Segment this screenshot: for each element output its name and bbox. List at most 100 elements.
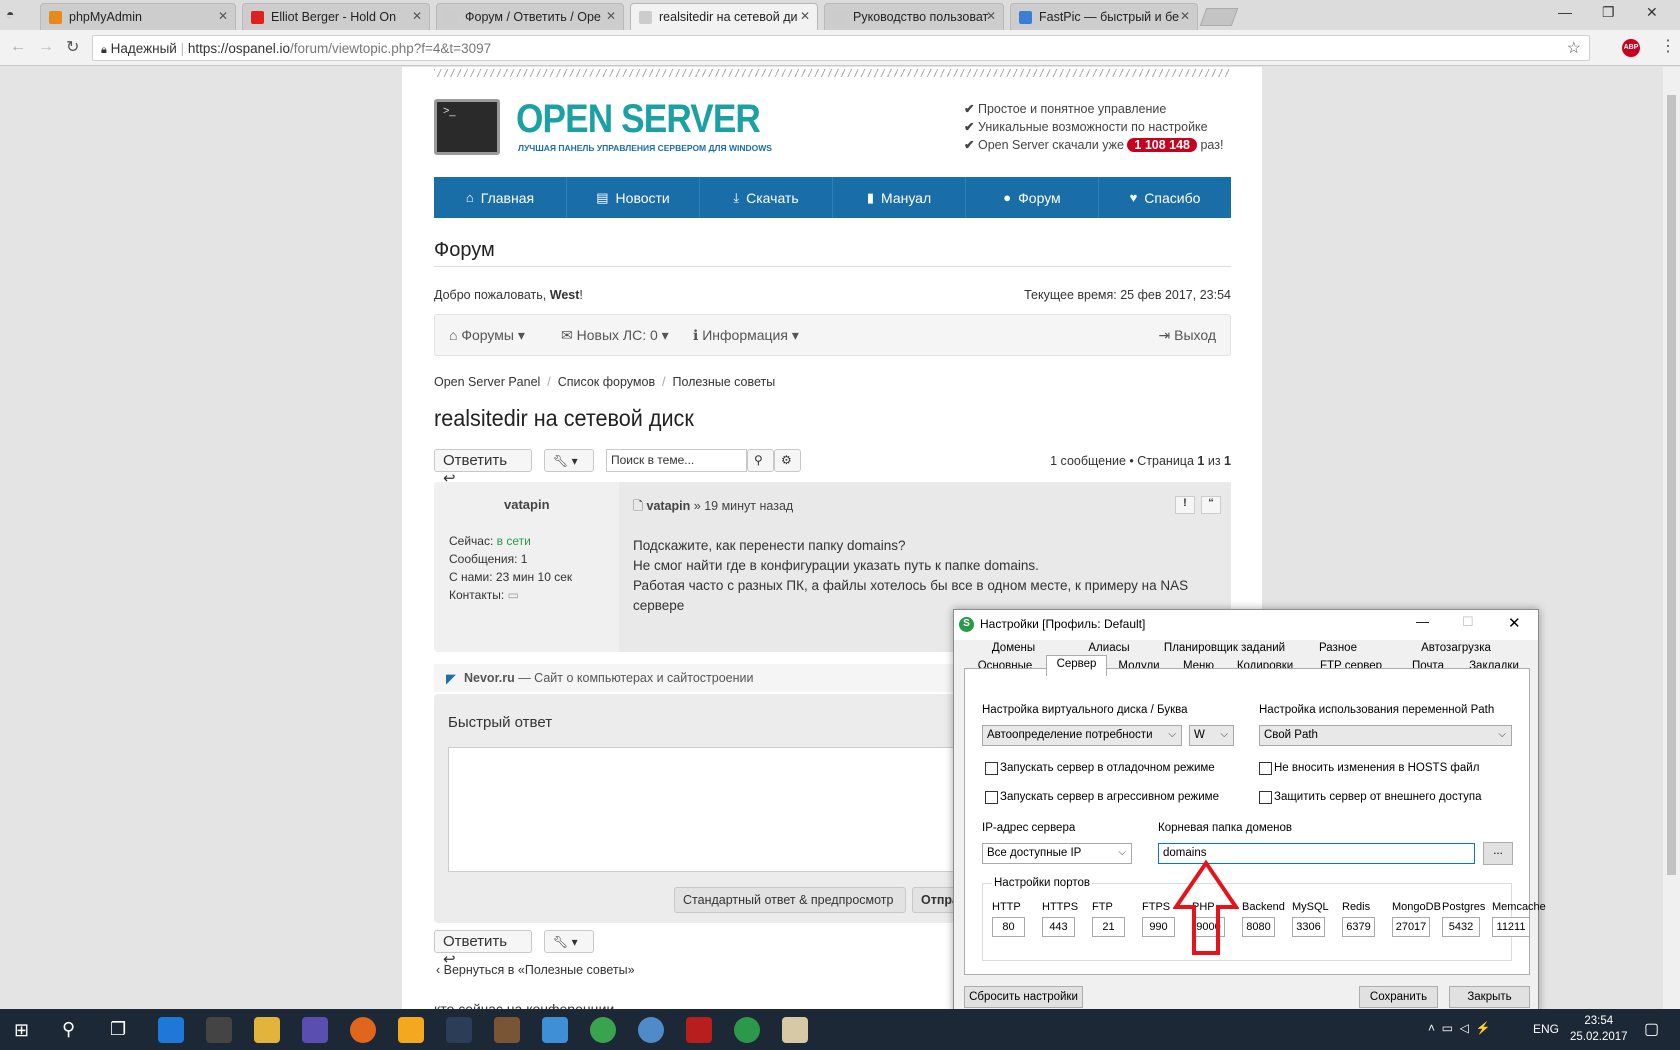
explorer-icon[interactable]: [254, 1017, 280, 1043]
port-input[interactable]: 5432: [1442, 917, 1480, 937]
search-taskbar-icon[interactable]: ⚲: [62, 1019, 75, 1040]
port-input[interactable]: 11211: [1492, 917, 1530, 937]
tools-dropdown-bottom[interactable]: 🔧︎ ▾: [544, 930, 594, 953]
dialog-tab[interactable]: Планировщик заданий: [1155, 640, 1294, 657]
logout-link[interactable]: ⇥ Выход: [1158, 327, 1216, 344]
tab-close-icon[interactable]: ✕: [412, 9, 422, 23]
tab-close-icon[interactable]: ✕: [986, 9, 996, 23]
contact-icon[interactable]: ▭: [508, 588, 519, 602]
nav-новости[interactable]: ▤ Новости: [567, 177, 700, 218]
ip-select[interactable]: Все доступные IP ⌵: [982, 843, 1132, 864]
vdisk-select[interactable]: Автоопределение потребности ⌵: [982, 725, 1182, 746]
browser-tab[interactable]: phpMyAdmin ✕: [40, 3, 236, 30]
port-input[interactable]: 3306: [1292, 917, 1325, 937]
port-input[interactable]: 990: [1142, 917, 1175, 937]
post-author-link[interactable]: vatapin: [647, 499, 691, 513]
back-link[interactable]: ‹ Вернуться в «Полезные советы»: [436, 963, 635, 977]
logo-title[interactable]: OPEN SERVER: [516, 97, 761, 142]
protect-checkbox[interactable]: [1259, 791, 1272, 804]
task-view-icon[interactable]: ❐: [110, 1019, 126, 1040]
app2-icon[interactable]: [638, 1017, 664, 1043]
paint-icon[interactable]: [782, 1017, 808, 1043]
back-icon[interactable]: ←: [10, 38, 26, 56]
report-button[interactable]: !: [1175, 496, 1195, 514]
port-input[interactable]: 27017: [1392, 917, 1430, 937]
drive-letter-select[interactable]: W ⌵: [1189, 725, 1234, 746]
browse-button[interactable]: ...: [1483, 842, 1513, 865]
save-button[interactable]: Сохранить: [1359, 986, 1438, 1008]
terminal-logo-icon[interactable]: >_: [434, 99, 500, 155]
breadcrumb-item[interactable]: Полезные советы: [672, 375, 775, 389]
dialog-tab[interactable]: Автозагрузка: [1382, 640, 1530, 657]
browser-tab[interactable]: FastPic — быстрый и бе ✕: [1010, 3, 1198, 30]
debug-checkbox[interactable]: [985, 762, 998, 775]
chrome-icon[interactable]: [590, 1017, 616, 1043]
forums-menu[interactable]: ⌂ Форумы ▾: [449, 327, 525, 344]
bookmark-star-icon[interactable]: ☆: [1567, 38, 1581, 58]
username[interactable]: West: [550, 288, 580, 302]
page-scrollbar[interactable]: [1663, 67, 1680, 1009]
new-tab-button[interactable]: [1199, 8, 1239, 26]
url-field[interactable]: 🔒︎ Надежный | https://ospanel.io/forum/v…: [92, 35, 1590, 61]
path-select[interactable]: Свой Path ⌵: [1259, 725, 1512, 746]
hosts-checkbox[interactable]: [1259, 762, 1272, 775]
forward-icon[interactable]: →: [38, 38, 54, 56]
minimize-icon[interactable]: —: [1558, 4, 1572, 20]
browser-tab[interactable]: Elliot Berger - Hold On ✕: [242, 3, 430, 30]
port-input[interactable]: 6379: [1342, 917, 1375, 937]
port-input[interactable]: 8080: [1242, 917, 1275, 937]
openserver-taskbar-icon[interactable]: [734, 1017, 760, 1043]
nav-скачать[interactable]: ⤓ Скачать: [700, 177, 833, 218]
dialog-tab[interactable]: Разное: [1294, 640, 1382, 657]
tab-close-icon[interactable]: ✕: [218, 9, 228, 23]
adblock-icon[interactable]: ABP: [1622, 39, 1640, 57]
nav-форум[interactable]: ● Форум: [966, 177, 1099, 218]
nav-главная[interactable]: ⌂ Главная: [434, 177, 567, 218]
save-app-icon[interactable]: [302, 1017, 328, 1043]
nav-спасибо[interactable]: ♥ Спасибо: [1099, 177, 1231, 218]
winamp-icon[interactable]: [398, 1017, 424, 1043]
store-icon[interactable]: [206, 1017, 232, 1043]
app-icon[interactable]: [542, 1017, 568, 1043]
close-button[interactable]: Закрыть: [1449, 986, 1530, 1008]
reset-button[interactable]: Сбросить настройки: [964, 986, 1083, 1008]
ad-site-link[interactable]: Nevor.ru: [464, 671, 515, 685]
steam-icon[interactable]: [446, 1017, 472, 1043]
dialog-tab[interactable]: Сервер: [1046, 655, 1107, 676]
browser-tab[interactable]: realsitedir на сетевой ди ✕: [630, 3, 818, 30]
firefox-icon[interactable]: [350, 1017, 376, 1043]
tab-close-icon[interactable]: ✕: [1180, 9, 1190, 23]
close-window-icon[interactable]: ✕: [1646, 4, 1658, 21]
search-icon[interactable]: ⚲: [747, 449, 774, 472]
tools-dropdown[interactable]: 🔧︎ ▾: [544, 449, 594, 472]
menu-icon[interactable]: ⋮: [1660, 36, 1676, 56]
advanced-search-icon[interactable]: ⚙: [774, 449, 801, 472]
tray-icons[interactable]: ˄ ▭ ◁ ⚡: [1428, 1021, 1491, 1035]
browser-tab[interactable]: Форум / Ответить / Ope ✕: [436, 3, 624, 30]
edge-icon[interactable]: [158, 1017, 184, 1043]
port-input[interactable]: 21: [1092, 917, 1125, 937]
tab-close-icon[interactable]: ✕: [800, 9, 810, 23]
browser-tab[interactable]: Руководство пользоват ✕: [824, 3, 1004, 30]
game-icon[interactable]: [494, 1017, 520, 1043]
dialog-minimize-icon[interactable]: —: [1416, 614, 1429, 629]
aggressive-checkbox[interactable]: [985, 791, 998, 804]
port-input[interactable]: 80: [992, 917, 1025, 937]
pm-menu[interactable]: ✉ Новых ЛС: 0 ▾: [561, 327, 669, 344]
post-author[interactable]: vatapin: [504, 497, 550, 512]
tab-close-icon[interactable]: ✕: [606, 9, 616, 23]
reply-button-bottom[interactable]: Ответить ↩: [434, 930, 532, 968]
reload-icon[interactable]: ↻: [66, 37, 79, 57]
clock[interactable]: 23:54 25.02.2017: [1570, 1013, 1628, 1045]
lang-indicator[interactable]: ENG: [1533, 1022, 1559, 1036]
info-menu[interactable]: ℹ Информация ▾: [693, 327, 799, 344]
restore-icon[interactable]: ❐: [1602, 4, 1615, 21]
dialog-close-icon[interactable]: ✕: [1508, 614, 1521, 632]
port-input[interactable]: 443: [1042, 917, 1075, 937]
nav-мануал[interactable]: ▮ Мануал: [833, 177, 966, 218]
search-topic-input[interactable]: Поиск в теме...: [606, 449, 747, 472]
preview-button[interactable]: Стандартный ответ & предпросмотр: [674, 887, 906, 913]
dialog-maximize-icon[interactable]: ☐: [1462, 614, 1474, 630]
filezilla-icon[interactable]: [686, 1017, 712, 1043]
quote-button[interactable]: “: [1201, 496, 1221, 514]
